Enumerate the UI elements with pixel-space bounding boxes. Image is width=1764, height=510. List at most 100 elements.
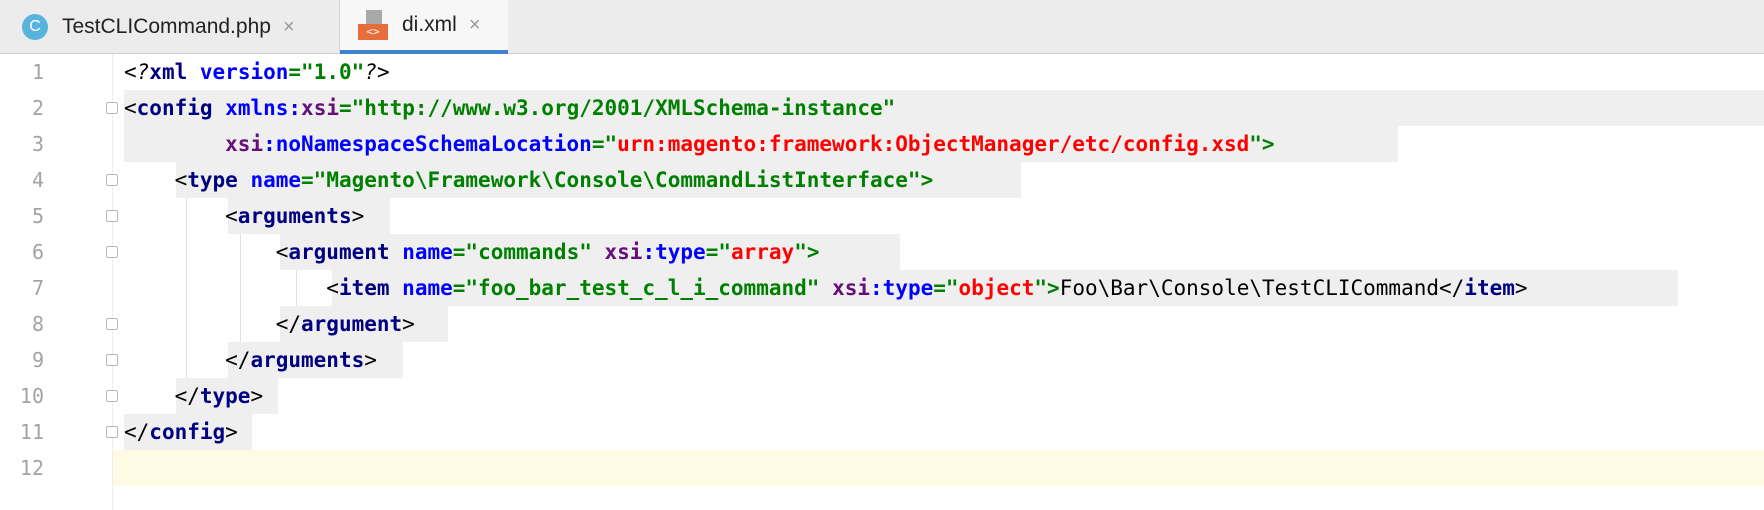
- xml-file-icon: <>: [358, 10, 388, 40]
- code-line-2: <config xmlns:xsi="http://www.w3.org/200…: [124, 90, 895, 126]
- code-line-8: </argument>: [124, 306, 415, 342]
- token: config: [136, 96, 213, 120]
- tab-label: TestCLICommand.php: [62, 15, 271, 38]
- line-number: 12: [19, 456, 44, 480]
- token: =": [338, 96, 365, 120]
- token: type: [655, 240, 706, 264]
- token: ">: [1034, 276, 1060, 300]
- token: arguments: [237, 204, 352, 228]
- code-line-7: <item name="foo_bar_test_c_l_i_command" …: [124, 270, 1528, 306]
- token: ": [806, 276, 833, 300]
- token: ?>: [364, 60, 390, 84]
- tab-label: di.xml: [402, 13, 457, 36]
- token: foo_bar_test_c_l_i_command: [478, 276, 807, 300]
- token: 1.0: [313, 60, 352, 84]
- token: </: [124, 312, 302, 336]
- code-line-11: </config>: [124, 414, 238, 450]
- xml-tag-icon: <>: [358, 24, 388, 40]
- line-number: 3: [31, 132, 44, 156]
- token: config: [149, 420, 226, 444]
- token: >: [364, 348, 377, 372]
- code-line-5: <arguments>: [124, 198, 364, 234]
- token: <: [124, 240, 289, 264]
- line-number-gutter: 1 2 3 4 5 6 7 8 9 10 11 12: [0, 54, 112, 510]
- token: ": [351, 60, 365, 84]
- token: <?: [124, 60, 150, 84]
- token: =": [288, 60, 314, 84]
- token: <: [124, 96, 137, 120]
- line-number: 10: [19, 384, 44, 408]
- fold-marker-icon[interactable]: [106, 102, 118, 114]
- token: name: [250, 168, 302, 192]
- line-number: 8: [31, 312, 44, 336]
- php-class-icon: C: [22, 14, 48, 40]
- token: xsi: [604, 240, 643, 264]
- token: >: [402, 312, 415, 336]
- code-line-1: <?xml version="1.0"?>: [124, 54, 390, 90]
- tab-di-xml[interactable]: <> di.xml ×: [340, 0, 508, 54]
- line-number: 7: [31, 276, 44, 300]
- token: noNamespaceSchemaLocation: [275, 132, 592, 156]
- fold-marker-icon[interactable]: [106, 354, 118, 366]
- code-line-9: </arguments>: [124, 342, 377, 378]
- line-number: 9: [31, 348, 44, 372]
- token: =": [933, 276, 959, 300]
- token: object: [958, 276, 1035, 300]
- token: :: [642, 240, 656, 264]
- token: </: [124, 420, 150, 444]
- fold-marker-icon[interactable]: [106, 318, 118, 330]
- token: urn:magento:framework:ObjectManager/etc/…: [617, 132, 1250, 156]
- token: item: [1464, 276, 1515, 300]
- gutter-separator: [112, 54, 113, 510]
- editor-tab-bar: C TestCLICommand.php × <> di.xml ×: [0, 0, 1764, 54]
- token: type: [199, 384, 251, 408]
- token: </: [124, 384, 200, 408]
- line-number: 1: [31, 60, 44, 84]
- token: :: [288, 96, 302, 120]
- fold-marker-icon[interactable]: [106, 174, 118, 186]
- code-line-3: xsi:noNamespaceSchemaLocation="urn:magen…: [124, 126, 1274, 162]
- token: name: [402, 240, 453, 264]
- fold-marker-icon[interactable]: [106, 246, 118, 258]
- token: >: [250, 384, 264, 408]
- token: =": [705, 240, 731, 264]
- token: :: [870, 276, 883, 300]
- fold-marker-icon[interactable]: [106, 426, 118, 438]
- line-number: 5: [31, 204, 44, 228]
- fold-marker-icon[interactable]: [106, 390, 118, 402]
- token: version: [199, 60, 289, 84]
- token: item: [338, 276, 390, 300]
- fold-marker-icon[interactable]: [106, 210, 118, 222]
- token: =": [452, 240, 479, 264]
- close-icon[interactable]: ×: [283, 16, 295, 39]
- token: commands: [478, 240, 580, 264]
- token: <: [124, 204, 238, 228]
- line-number: 6: [31, 240, 44, 264]
- close-icon[interactable]: ×: [469, 14, 481, 37]
- token: type: [187, 168, 238, 192]
- code-editor[interactable]: 1 2 3 4 5 6 7 8 9 10 11 12 <?xml version…: [0, 54, 1764, 510]
- token: </: [1439, 276, 1465, 300]
- token: http://www.w3.org/2001/XMLSchema-instanc…: [364, 96, 883, 120]
- token: xsi: [301, 96, 339, 120]
- token: >: [1514, 276, 1528, 300]
- token: :: [263, 132, 276, 156]
- token: xsi: [832, 276, 871, 300]
- token: <: [124, 276, 339, 300]
- token: >: [225, 420, 238, 444]
- token: =": [301, 168, 327, 192]
- tab-testclicommand-php[interactable]: C TestCLICommand.php ×: [0, 0, 340, 54]
- token: Magento\Framework\Console\CommandListInt…: [326, 168, 908, 192]
- token: ": [882, 96, 896, 120]
- line-number: 2: [31, 96, 44, 120]
- token: ">: [794, 240, 820, 264]
- token: xsi: [225, 132, 264, 156]
- token: =": [591, 132, 618, 156]
- token: arguments: [250, 348, 365, 372]
- line-number: 4: [31, 168, 44, 192]
- token: argument: [301, 312, 403, 336]
